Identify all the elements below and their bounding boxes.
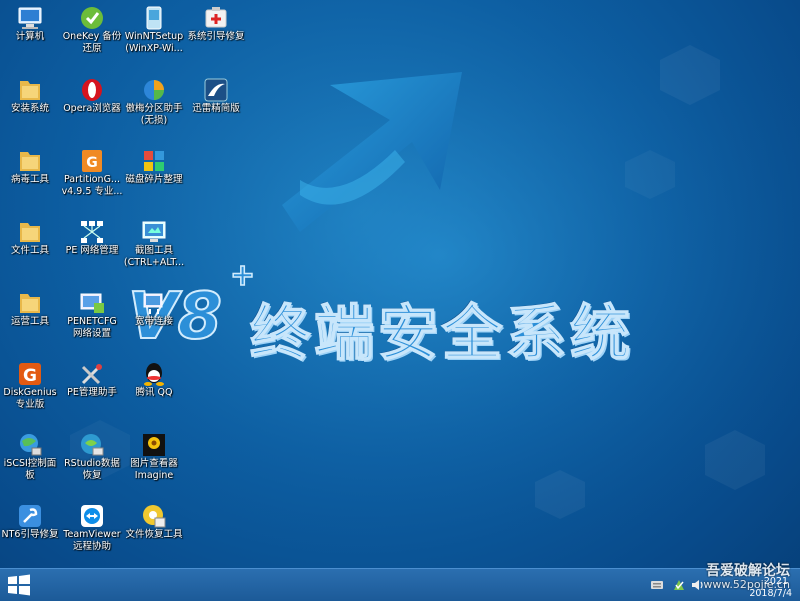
taskbar: 吾爱破解论坛 www.52pojie.cn 2021 2018/7/4 xyxy=(0,564,800,601)
desktop-icon-label: TeamViewer 远程协助 xyxy=(63,529,121,552)
teamviewer-icon xyxy=(81,505,103,527)
network-icon[interactable] xyxy=(672,578,686,592)
desktop-icon[interactable]: 系统引导修复 xyxy=(186,0,246,66)
desktop-icon[interactable]: 图片查看器 Imagine xyxy=(124,427,184,493)
desktop-icon-label: Opera浏览器 xyxy=(63,103,121,114)
desktop-icon-label: DiskGenius 专业版 xyxy=(3,387,57,410)
desktop-icon-label: 安装系统 xyxy=(10,103,49,114)
network-manager-icon xyxy=(81,221,103,243)
desktop-icon-label: 运营工具 xyxy=(10,316,49,327)
penetcfg-icon xyxy=(80,293,104,313)
nt6-repair-icon xyxy=(19,505,41,527)
desktop-icon-label: 傲梅分区助手 (无损) xyxy=(125,103,183,126)
rstudio-icon xyxy=(81,434,104,456)
desktop-icon[interactable]: PE 网络管理 xyxy=(62,214,122,280)
desktop-icon[interactable]: 病毒工具 xyxy=(0,143,60,209)
desktop-icon-label: 系统引导修复 xyxy=(187,31,245,42)
desktop-icon[interactable]: 运营工具 xyxy=(0,285,60,351)
desktop-icon-label: 文件恢复工具 xyxy=(125,529,183,540)
svg-text:G: G xyxy=(86,155,98,171)
broadband-icon xyxy=(143,293,163,314)
desktop-icon[interactable]: NT6引导修复 xyxy=(0,498,60,564)
desktop-icon-label: PE管理助手 xyxy=(67,387,117,398)
thunder-icon xyxy=(204,78,228,102)
desktop-icon-label: PENETCFG 网络设置 xyxy=(67,316,117,339)
desktop-icon[interactable]: 截图工具 (CTRL+ALT... xyxy=(124,214,184,280)
partitionguru-icon: G xyxy=(82,150,102,172)
qq-icon xyxy=(144,363,164,386)
pe-tools-icon xyxy=(81,364,102,385)
desktop-icon[interactable]: 宽带连接 xyxy=(124,285,184,351)
desktop-icon[interactable]: OneKey 备份 还原 xyxy=(62,0,122,66)
desktop-icon[interactable]: PENETCFG 网络设置 xyxy=(62,285,122,351)
clock-date: 2018/7/4 xyxy=(749,588,792,599)
desktop-icon-label: PartitionG... v4.9.5 专业... xyxy=(61,174,123,197)
desktop-icon[interactable]: Opera浏览器 xyxy=(62,72,122,138)
screenshot-icon xyxy=(142,221,166,242)
desktop-icon[interactable]: 文件恢复工具 xyxy=(124,498,184,564)
desktop[interactable]: V8 + 终端安全系统 计算机 安装系统 病毒工具 文件工具 运营工具 G Di… xyxy=(0,0,800,568)
desktop-icon-label: NT6引导修复 xyxy=(1,529,59,540)
folder-icon xyxy=(20,81,40,100)
desktop-icon-label: 截图工具 (CTRL+ALT... xyxy=(123,245,185,268)
desktop-icon[interactable]: 腾讯 QQ xyxy=(124,356,184,422)
desktop-icon[interactable]: WinNTSetup (WinXP-Wi... xyxy=(124,0,184,66)
desktop-icon[interactable]: RStudio数据 恢复 xyxy=(62,427,122,493)
desktop-icon-label: OneKey 备份 还原 xyxy=(62,31,122,54)
diskgenius-icon: G xyxy=(19,363,41,386)
folder-icon xyxy=(20,152,40,171)
desktop-icon-label: RStudio数据 恢复 xyxy=(64,458,120,481)
keyboard-icon[interactable] xyxy=(650,578,664,592)
desktop-icon-label: 迅雷精简版 xyxy=(192,103,240,114)
winntsetup-icon xyxy=(146,6,162,30)
desktop-icon[interactable]: 磁盘碎片整理 xyxy=(124,143,184,209)
desktop-icon-label: WinNTSetup (WinXP-Wi... xyxy=(124,31,184,54)
desktop-icon[interactable]: 文件工具 xyxy=(0,214,60,280)
volume-icon[interactable] xyxy=(690,578,704,592)
desktop-icon-label: 宽带连接 xyxy=(134,316,173,327)
defrag-icon xyxy=(144,151,164,171)
imagine-icon xyxy=(143,434,165,456)
desktop-icon[interactable]: PE管理助手 xyxy=(62,356,122,422)
iscsi-icon xyxy=(20,434,42,456)
boot-repair-icon xyxy=(205,7,227,28)
file-recovery-icon xyxy=(143,505,166,528)
desktop-icon[interactable]: iSCSI控制面 板 xyxy=(0,427,60,493)
partition-assistant-icon xyxy=(144,80,164,100)
desktop-icon-label: 计算机 xyxy=(15,31,45,42)
desktop-icon[interactable]: G PartitionG... v4.9.5 专业... xyxy=(62,143,122,209)
desktop-icon-label: 图片查看器 Imagine xyxy=(130,458,178,481)
folder-icon xyxy=(20,223,40,242)
computer-icon xyxy=(18,7,42,29)
desktop-icon-label: 文件工具 xyxy=(10,245,49,256)
desktop-icon-label: iSCSI控制面 板 xyxy=(3,458,57,481)
opera-icon xyxy=(82,79,102,101)
brand-title: 终端安全系统 xyxy=(249,298,634,370)
svg-text:G: G xyxy=(23,366,37,386)
onekey-icon xyxy=(81,7,103,29)
desktop-icon[interactable]: G DiskGenius 专业版 xyxy=(0,356,60,422)
desktop-icon-label: PE 网络管理 xyxy=(65,245,119,256)
desktop-icon-label: 病毒工具 xyxy=(10,174,49,185)
system-clock[interactable]: 吾爱破解论坛 www.52pojie.cn 2021 2018/7/4 xyxy=(703,564,794,599)
desktop-icon[interactable]: TeamViewer 远程协助 xyxy=(62,498,122,564)
desktop-icon[interactable]: 傲梅分区助手 (无损) xyxy=(124,72,184,138)
windows-logo-icon[interactable] xyxy=(6,573,32,597)
folder-icon xyxy=(20,294,40,313)
desktop-icon[interactable]: 迅雷精简版 xyxy=(186,72,246,138)
desktop-icon-label: 腾讯 QQ xyxy=(135,387,173,398)
desktop-icon[interactable]: 计算机 xyxy=(0,0,60,66)
desktop-icon-label: 磁盘碎片整理 xyxy=(125,174,183,185)
desktop-icon[interactable]: 安装系统 xyxy=(0,72,60,138)
